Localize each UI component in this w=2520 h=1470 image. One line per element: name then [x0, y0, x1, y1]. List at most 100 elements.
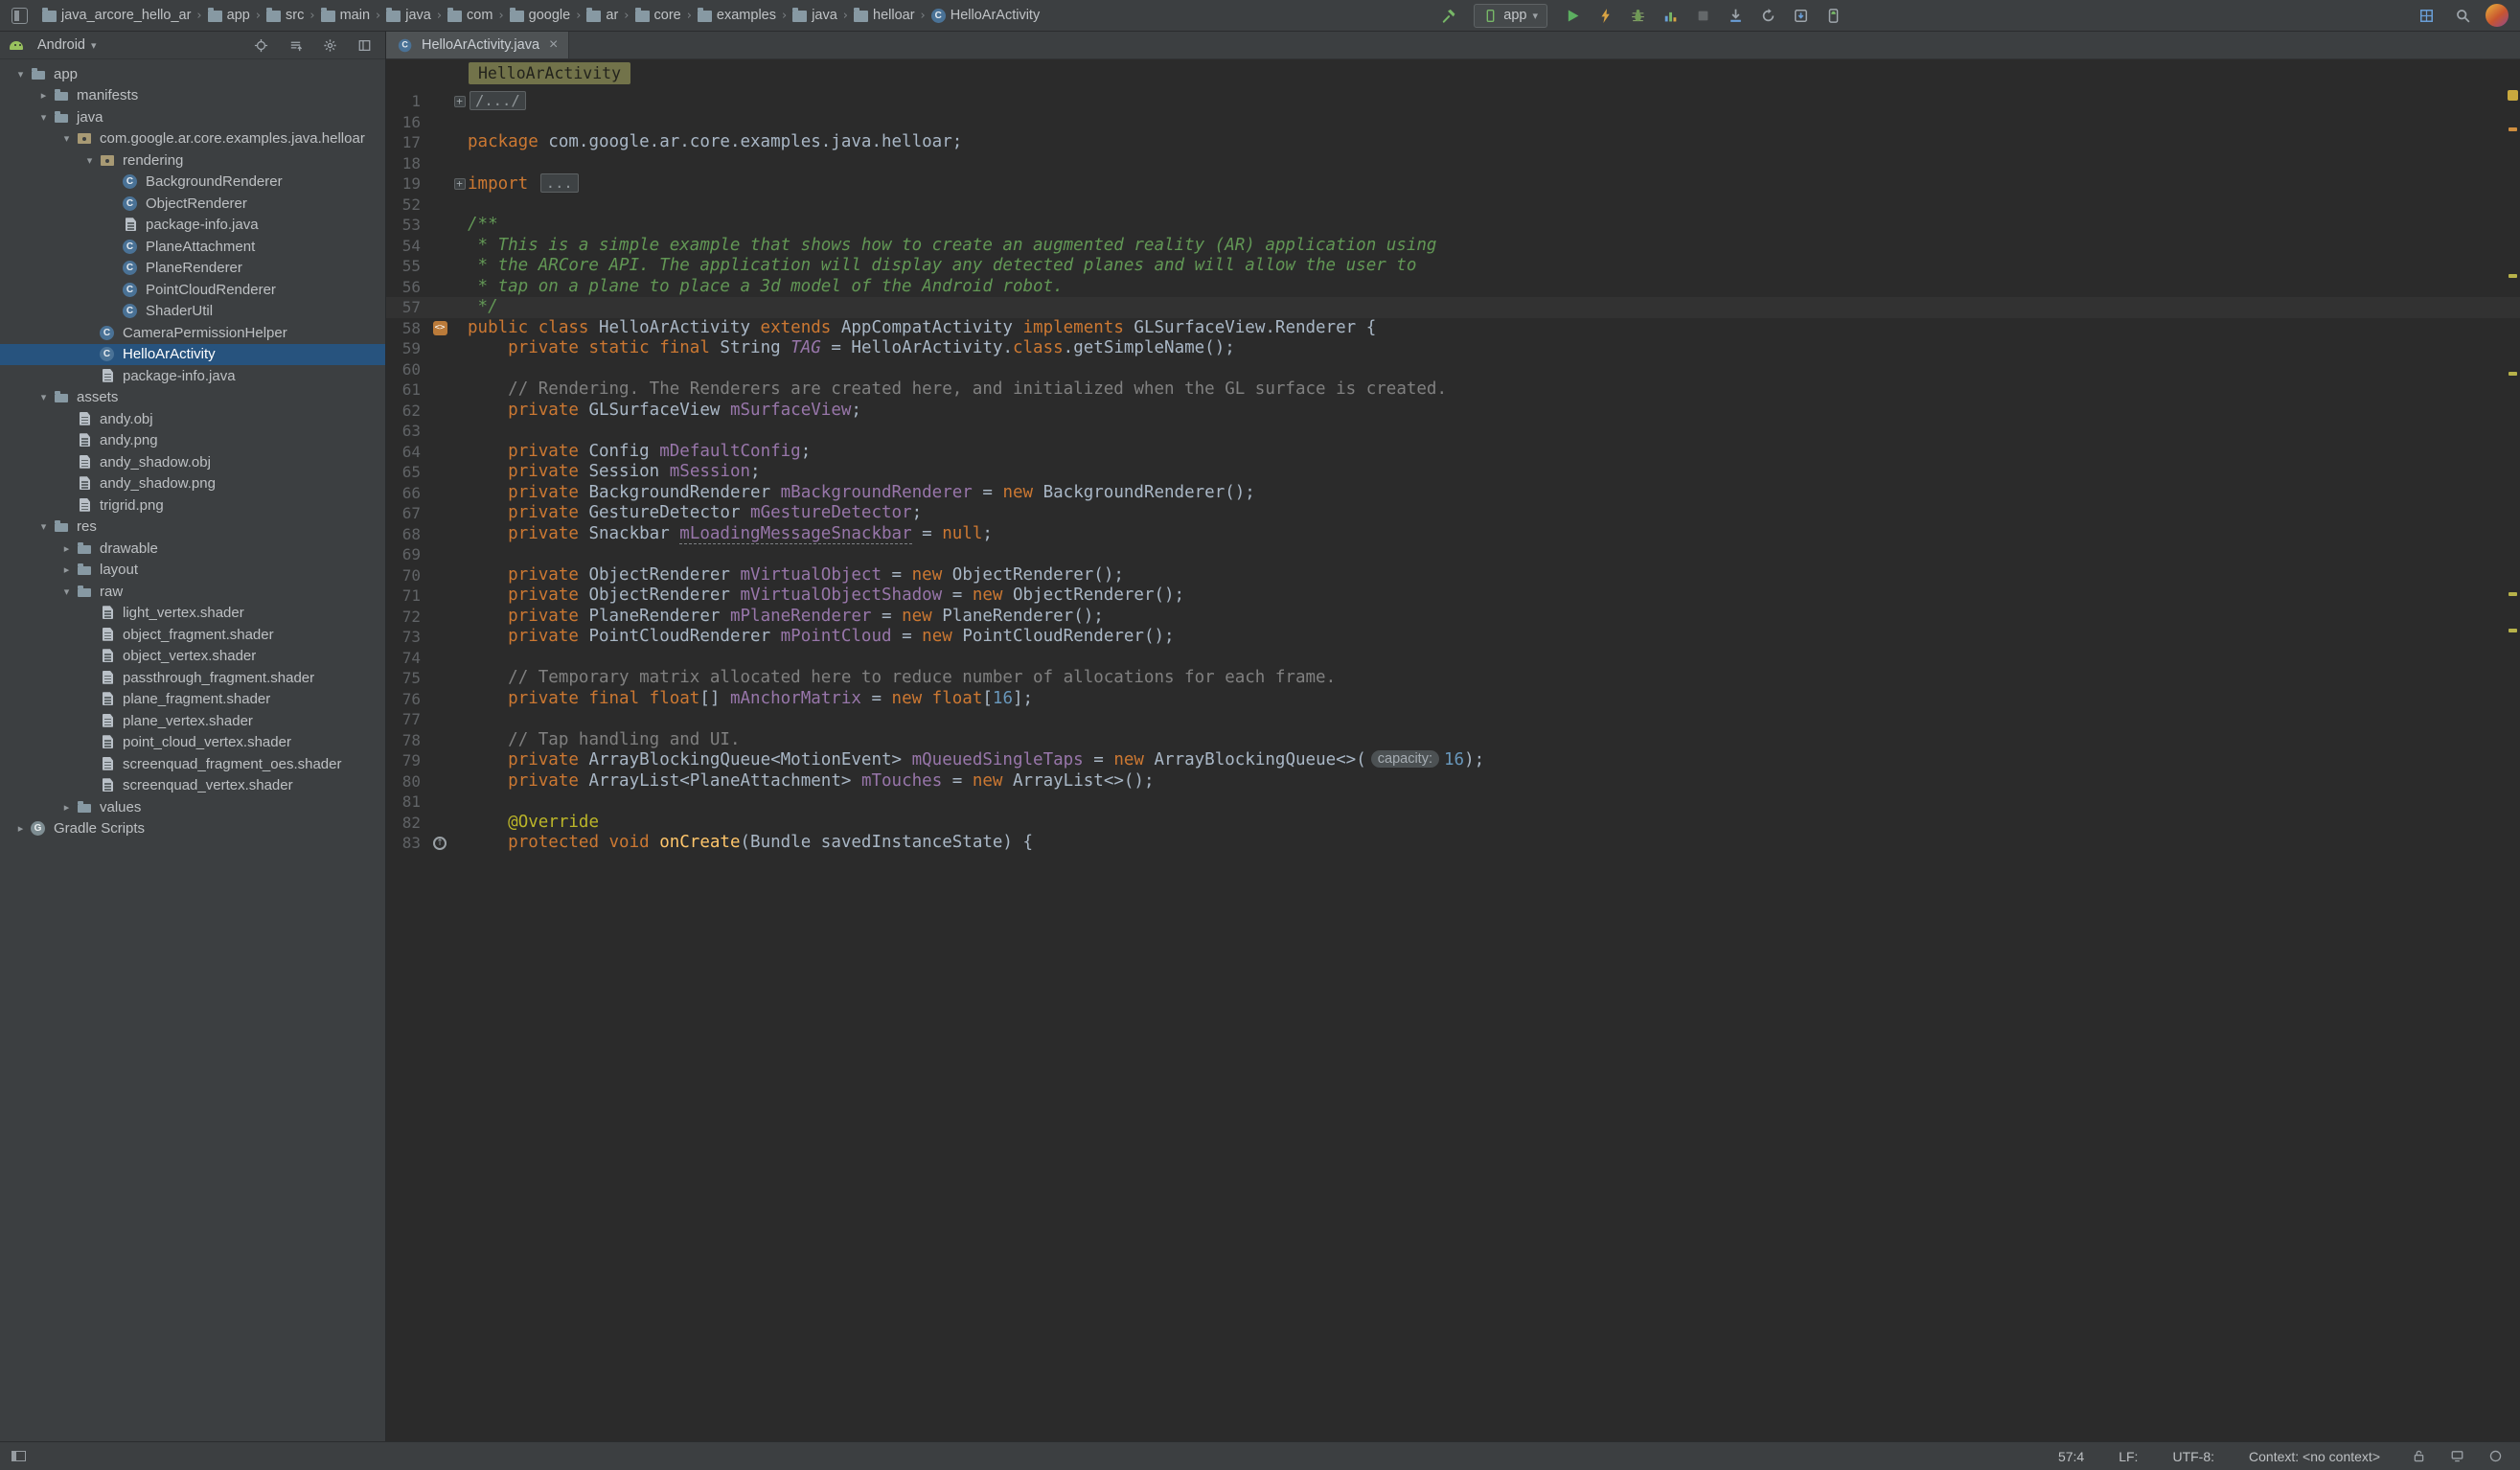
event-log-icon[interactable] — [2482, 1444, 2509, 1469]
profiler-button[interactable] — [1657, 3, 1684, 28]
breadcrumb-item[interactable]: java — [790, 6, 840, 25]
code-line[interactable]: 59 private static final String TAG = Hel… — [386, 338, 2520, 359]
tree-item[interactable]: trigrid.png — [0, 494, 385, 517]
search-everywhere-icon[interactable] — [2449, 3, 2476, 28]
implement-marker-icon[interactable]: <> — [433, 321, 447, 335]
lock-icon[interactable] — [2405, 1444, 2432, 1469]
breadcrumb-item[interactable]: com — [445, 6, 495, 25]
line-number[interactable]: 63 — [386, 421, 428, 442]
hide-panel-icon[interactable] — [351, 33, 378, 57]
breadcrumb-item[interactable]: google — [507, 6, 574, 25]
tree-item[interactable]: object_vertex.shader — [0, 646, 385, 668]
expand-arrow-icon[interactable]: ▾ — [34, 111, 53, 124]
tree-item[interactable]: object_fragment.shader — [0, 624, 385, 646]
tree-item[interactable]: CameraPermissionHelper — [0, 322, 385, 344]
code-line[interactable]: 18 — [386, 153, 2520, 174]
code-line[interactable]: 61 // Rendering. The Renderers are creat… — [386, 379, 2520, 401]
tree-item[interactable]: ▾app — [0, 63, 385, 85]
tree-item[interactable]: plane_vertex.shader — [0, 710, 385, 732]
expand-arrow-icon[interactable]: ▾ — [11, 68, 30, 80]
stripe-mark[interactable] — [2509, 274, 2517, 278]
tree-item[interactable]: HelloArActivity — [0, 344, 385, 366]
code-line[interactable]: 55 * the ARCore API. The application wil… — [386, 256, 2520, 277]
breadcrumb-item[interactable]: core — [632, 6, 684, 25]
breadcrumb-item[interactable]: java — [383, 6, 434, 25]
line-number[interactable]: 73 — [386, 627, 428, 648]
tree-item[interactable]: package-info.java — [0, 365, 385, 387]
tree-item[interactable]: PlaneRenderer — [0, 258, 385, 280]
expand-arrow-icon[interactable]: ▸ — [11, 822, 30, 835]
code-line[interactable]: 77 — [386, 709, 2520, 730]
line-number[interactable]: 68 — [386, 524, 428, 545]
code-line[interactable]: 53/** — [386, 215, 2520, 236]
tree-item[interactable]: andy.png — [0, 430, 385, 452]
expand-arrow-icon[interactable]: ▾ — [57, 132, 76, 145]
tree-item[interactable]: andy_shadow.obj — [0, 451, 385, 473]
project-view-selector[interactable]: Android — [37, 37, 85, 53]
code-editor[interactable]: 1+/.../1617package com.google.ar.core.ex… — [386, 87, 2520, 1441]
fold-expand-icon[interactable]: + — [454, 96, 466, 107]
overrides-method-icon[interactable]: ↑ — [433, 837, 447, 850]
line-number[interactable]: 75 — [386, 668, 428, 689]
tree-item[interactable]: point_cloud_vertex.shader — [0, 732, 385, 754]
tree-item[interactable]: screenquad_vertex.shader — [0, 775, 385, 797]
code-line[interactable]: 76 private final float[] mAnchorMatrix =… — [386, 689, 2520, 710]
line-number[interactable]: 56 — [386, 277, 428, 298]
tree-item[interactable]: light_vertex.shader — [0, 603, 385, 625]
breadcrumb-item[interactable]: java_arcore_hello_ar — [39, 6, 194, 25]
breadcrumb-item[interactable]: ar — [584, 6, 621, 25]
file-encoding-widget[interactable]: UTF-8: — [2172, 1449, 2214, 1464]
line-number[interactable]: 79 — [386, 750, 428, 771]
tree-item[interactable]: screenquad_fragment_oes.shader — [0, 753, 385, 775]
device-explorer-icon[interactable] — [2413, 3, 2440, 28]
code-line[interactable]: 72 private PlaneRenderer mPlaneRenderer … — [386, 607, 2520, 628]
expand-arrow-icon[interactable]: ▾ — [57, 586, 76, 598]
line-number[interactable]: 55 — [386, 256, 428, 277]
code-line[interactable]: 17package com.google.ar.core.examples.ja… — [386, 132, 2520, 153]
line-number[interactable]: 17 — [386, 132, 428, 153]
tree-item[interactable]: ▸manifests — [0, 85, 385, 107]
toolwindow-toggle-icon[interactable] — [11, 1451, 26, 1461]
line-number[interactable]: 67 — [386, 503, 428, 524]
line-number[interactable]: 83 — [386, 833, 428, 854]
code-line[interactable]: 58<>public class HelloArActivity extends… — [386, 318, 2520, 339]
tree-item[interactable]: ▾res — [0, 517, 385, 539]
code-line[interactable]: 75 // Temporary matrix allocated here to… — [386, 668, 2520, 689]
line-number[interactable]: 77 — [386, 709, 428, 730]
fold-toggle[interactable]: + — [451, 178, 468, 190]
line-number[interactable]: 74 — [386, 648, 428, 669]
line-number[interactable]: 53 — [386, 215, 428, 236]
expand-arrow-icon[interactable]: ▾ — [34, 391, 53, 403]
avd-manager-icon[interactable] — [1820, 3, 1846, 28]
tree-item[interactable]: passthrough_fragment.shader — [0, 667, 385, 689]
code-line[interactable]: 73 private PointCloudRenderer mPointClou… — [386, 627, 2520, 648]
tree-item[interactable]: andy.obj — [0, 408, 385, 430]
line-number[interactable]: 58 — [386, 318, 428, 339]
expand-arrow-icon[interactable]: ▸ — [57, 542, 76, 555]
line-number[interactable]: 52 — [386, 195, 428, 216]
code-line[interactable]: 71 private ObjectRenderer mVirtualObject… — [386, 586, 2520, 607]
tree-item[interactable]: ▸Gradle Scripts — [0, 818, 385, 840]
line-number[interactable]: 81 — [386, 792, 428, 813]
code-line[interactable]: 67 private GestureDetector mGestureDetec… — [386, 503, 2520, 524]
folded-region[interactable]: /.../ — [470, 91, 526, 110]
line-number[interactable]: 18 — [386, 153, 428, 174]
tree-item[interactable]: PlaneAttachment — [0, 236, 385, 258]
line-number[interactable]: 19 — [386, 173, 428, 195]
tree-item[interactable]: ▸drawable — [0, 538, 385, 560]
code-line[interactable]: 63 — [386, 421, 2520, 442]
apply-changes-icon[interactable] — [1592, 3, 1618, 28]
code-line[interactable]: 79 private ArrayBlockingQueue<MotionEven… — [386, 750, 2520, 771]
stripe-mark[interactable] — [2509, 592, 2517, 596]
tree-item[interactable]: ▸values — [0, 796, 385, 818]
build-hammer-icon[interactable] — [1435, 3, 1462, 28]
code-line[interactable]: 66 private BackgroundRenderer mBackgroun… — [386, 483, 2520, 504]
folded-region[interactable]: ... — [540, 173, 579, 193]
run-config-selector[interactable]: app ▾ — [1474, 4, 1547, 28]
attach-debugger-icon[interactable] — [1722, 3, 1749, 28]
code-line[interactable]: 52 — [386, 195, 2520, 216]
line-number[interactable]: 70 — [386, 565, 428, 586]
tree-item[interactable]: package-info.java — [0, 215, 385, 237]
line-number[interactable]: 61 — [386, 379, 428, 401]
stripe-mark[interactable] — [2509, 127, 2517, 131]
